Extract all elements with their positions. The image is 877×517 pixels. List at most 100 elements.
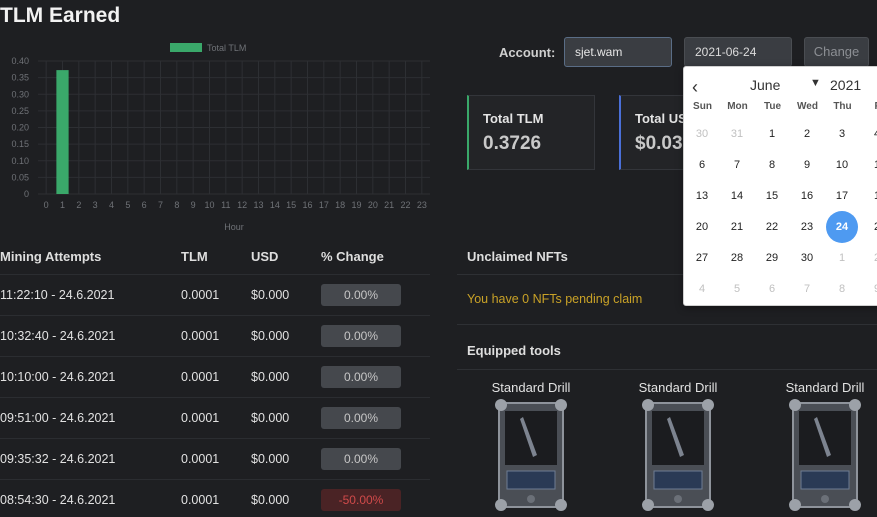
x-tick-label: 16 xyxy=(302,200,312,210)
stat-value: $0.03 xyxy=(635,133,683,154)
tool-name: Standard Drill xyxy=(491,380,571,395)
prev-month-icon[interactable]: ‹ xyxy=(692,77,698,98)
y-tick-label: 0.25 xyxy=(11,106,29,116)
cell-time: 09:35:32 - 24.6.2021 xyxy=(0,452,116,466)
page-title: TLM Earned xyxy=(0,4,121,27)
calendar-day[interactable]: 4 xyxy=(686,273,718,305)
calendar-day[interactable]: 1 xyxy=(861,149,877,181)
date-input[interactable] xyxy=(684,37,792,67)
calendar-day[interactable]: 2 xyxy=(791,118,823,150)
tool-item[interactable]: Standard Drill xyxy=(628,380,728,517)
calendar-day[interactable]: 5 xyxy=(721,273,753,305)
x-tick-label: 10 xyxy=(204,200,214,210)
y-tick-label: 0.15 xyxy=(11,139,29,149)
column-header-change: % Change xyxy=(321,249,384,264)
calendar-day[interactable]: 17 xyxy=(826,180,858,212)
cell-tlm: 0.0001 xyxy=(181,370,220,384)
drill-card-image xyxy=(789,399,861,511)
x-tick-label: 22 xyxy=(400,200,410,210)
y-tick-label: 0 xyxy=(24,189,29,199)
calendar-day[interactable]: 21 xyxy=(721,211,753,243)
weekday-label: F xyxy=(860,101,877,112)
calendar-day[interactable]: 15 xyxy=(756,180,788,212)
cell-usd: $0.000 xyxy=(251,411,290,425)
change-badge: 0.00% xyxy=(321,366,401,388)
calendar-day[interactable]: 3 xyxy=(826,118,858,150)
calendar-day[interactable]: 16 xyxy=(791,180,823,212)
cell-time: 10:32:40 - 24.6.2021 xyxy=(0,329,116,343)
calendar-day[interactable]: 7 xyxy=(791,273,823,305)
calendar-day[interactable]: 30 xyxy=(791,242,823,274)
cell-time: 11:22:10 - 24.6.2021 xyxy=(0,288,115,302)
tool-item[interactable]: Standard Drill xyxy=(481,380,581,517)
calendar-day[interactable]: 8 xyxy=(756,149,788,181)
calendar-day[interactable]: 27 xyxy=(686,242,718,274)
y-tick-label: 0.20 xyxy=(11,123,29,133)
tool-name: Standard Drill xyxy=(785,380,865,395)
calendar-day[interactable]: 28 xyxy=(721,242,753,274)
table-row: 09:35:32 - 24.6.2021 0.0001 $0.000 0.00% xyxy=(0,438,430,479)
calendar-day[interactable]: 1 xyxy=(756,118,788,150)
calendar-day[interactable]: 6 xyxy=(686,149,718,181)
calendar-day[interactable]: 31 xyxy=(721,118,753,150)
stat-value: 0.3726 xyxy=(483,133,542,154)
account-input[interactable] xyxy=(564,37,672,67)
calendar-day[interactable]: 30 xyxy=(686,118,718,150)
x-tick-label: 23 xyxy=(417,200,427,210)
calendar-day[interactable]: 9 xyxy=(791,149,823,181)
calendar-day[interactable]: 20 xyxy=(686,211,718,243)
x-tick-label: 6 xyxy=(142,200,147,210)
legend-label: Total TLM xyxy=(207,43,246,53)
calendar-day[interactable]: 14 xyxy=(721,180,753,212)
account-label: Account: xyxy=(499,45,556,60)
x-tick-label: 5 xyxy=(125,200,130,210)
calendar-day[interactable]: 23 xyxy=(791,211,823,243)
calendar-day[interactable]: 1 xyxy=(826,242,858,274)
change-badge: -50.00% xyxy=(321,489,401,511)
table-row: 10:10:00 - 24.6.2021 0.0001 $0.000 0.00% xyxy=(0,356,430,397)
calendar-day[interactable]: 1 xyxy=(861,180,877,212)
y-tick-label: 0.40 xyxy=(11,56,29,66)
calendar-day[interactable]: 6 xyxy=(756,273,788,305)
stat-label: Total US xyxy=(635,111,687,126)
table-row: 08:54:30 - 24.6.2021 0.0001 $0.000 -50.0… xyxy=(0,479,430,517)
divider xyxy=(457,324,877,325)
calendar-day[interactable]: 9 xyxy=(861,273,877,305)
month-select[interactable]: June xyxy=(750,77,780,93)
table-row: 11:22:10 - 24.6.2021 0.0001 $0.000 0.00% xyxy=(0,274,430,315)
x-tick-label: 19 xyxy=(351,200,361,210)
y-tick-label: 0.30 xyxy=(11,89,29,99)
x-tick-label: 17 xyxy=(319,200,329,210)
tlm-hourly-chart: Total TLM 0 0.05 0.10 0.15 0.20 0.25 0.30 0.35 0.… xyxy=(11,43,430,232)
calendar-day[interactable]: 8 xyxy=(826,273,858,305)
calendar-day[interactable]: 2 xyxy=(861,242,877,274)
calendar-day[interactable]: 22 xyxy=(756,211,788,243)
cell-tlm: 0.0001 xyxy=(181,493,220,507)
cell-tlm: 0.0001 xyxy=(181,288,220,302)
x-tick-label: 21 xyxy=(384,200,394,210)
x-tick-label: 13 xyxy=(253,200,263,210)
weekday-label: Sun xyxy=(693,101,712,112)
calendar-day[interactable]: 2 xyxy=(861,211,877,243)
tool-item[interactable]: Standard Drill xyxy=(775,380,875,517)
change-button[interactable]: Change xyxy=(804,37,869,67)
x-tick-label: 20 xyxy=(368,200,378,210)
cell-usd: $0.000 xyxy=(251,288,290,302)
weekday-label: Thu xyxy=(833,101,852,112)
calendar-day[interactable]: 29 xyxy=(756,242,788,274)
calendar-day[interactable]: 10 xyxy=(826,149,858,181)
divider xyxy=(457,369,877,370)
equipped-tools-title: Equipped tools xyxy=(467,343,561,358)
calendar-day[interactable]: 24 xyxy=(826,211,858,243)
calendar-day[interactable]: 13 xyxy=(686,180,718,212)
cell-usd: $0.000 xyxy=(251,329,290,343)
change-badge: 0.00% xyxy=(321,325,401,347)
x-tick-label: 7 xyxy=(158,200,163,210)
calendar-day[interactable]: 7 xyxy=(721,149,753,181)
chevron-down-icon[interactable]: ▼ xyxy=(810,77,821,89)
cell-tlm: 0.0001 xyxy=(181,452,220,466)
cell-usd: $0.000 xyxy=(251,493,290,507)
x-tick-label: 18 xyxy=(335,200,345,210)
calendar-day[interactable]: 4 xyxy=(861,118,877,150)
year-select[interactable]: 2021 xyxy=(830,77,861,93)
